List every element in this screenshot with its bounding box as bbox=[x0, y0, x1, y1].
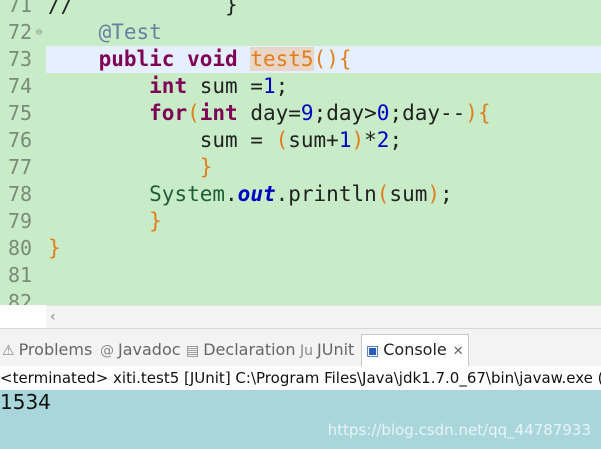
watermark-text: https://blog.csdn.net/qq_44787933 bbox=[327, 421, 591, 439]
scroll-left-icon[interactable]: ‹ bbox=[50, 306, 56, 328]
tab-label: Console bbox=[383, 340, 447, 359]
line-number: 71 bbox=[8, 0, 33, 17]
code-line[interactable] bbox=[0, 289, 601, 305]
code-editor[interactable]: 71 // } 72 ⊖ @Test 73 public void test5(){ 74… bbox=[0, 0, 601, 305]
code-text: public void test5(){ bbox=[98, 47, 352, 71]
tab-declaration[interactable]: ▤ Declaration bbox=[186, 335, 295, 367]
code-text: } bbox=[48, 236, 61, 260]
code-line[interactable] bbox=[0, 235, 601, 262]
tab-label: Javadoc bbox=[118, 340, 181, 359]
line-number: 78 bbox=[8, 182, 33, 206]
console-status-line: <terminated> xiti.test5 [JUnit] C:\Progr… bbox=[0, 366, 601, 390]
line-number: 80 bbox=[8, 236, 33, 260]
tab-junit[interactable]: Ju JUnit bbox=[300, 335, 354, 367]
ruler-spacer bbox=[0, 305, 46, 327]
line-number: 76 bbox=[8, 128, 33, 152]
line-number: 73 bbox=[8, 47, 33, 71]
code-text: } bbox=[199, 155, 213, 179]
tab-console[interactable]: ▣ Console ✕ bbox=[361, 334, 469, 367]
line-number: 77 bbox=[8, 155, 33, 179]
fold-collapse-icon[interactable]: ⊖ bbox=[36, 19, 42, 46]
tab-problems[interactable]: ⚠ Problems bbox=[2, 335, 92, 367]
close-icon[interactable]: ✕ bbox=[453, 344, 464, 359]
tab-label: Problems bbox=[18, 340, 93, 359]
code-text: int sum =1; bbox=[149, 74, 289, 98]
console-output-area[interactable]: 1534 https://blog.csdn.net/qq_44787933 bbox=[0, 390, 601, 449]
line-number: 79 bbox=[8, 209, 33, 233]
tab-label: Declaration bbox=[203, 340, 296, 359]
line-number: 82 bbox=[8, 290, 33, 305]
console-output-text: 1534 bbox=[0, 390, 51, 414]
javadoc-icon: @ bbox=[100, 343, 114, 359]
horizontal-scrollbar[interactable]: ‹ bbox=[46, 305, 601, 328]
code-text: } bbox=[149, 209, 162, 233]
problems-icon: ⚠ bbox=[2, 343, 15, 359]
line-number: 75 bbox=[8, 101, 33, 125]
line-number: 81 bbox=[8, 263, 33, 287]
code-text: System.out.println(sum); bbox=[149, 182, 453, 206]
code-text: for(int day=9;day>0;day--){ bbox=[149, 101, 491, 125]
code-text: // } bbox=[48, 0, 238, 17]
console-icon: ▣ bbox=[366, 343, 380, 359]
line-number: 72 bbox=[8, 20, 33, 44]
tab-label: JUnit bbox=[317, 340, 355, 359]
code-text: @Test bbox=[98, 20, 162, 44]
tab-javadoc[interactable]: @ Javadoc bbox=[100, 335, 181, 367]
line-number: 74 bbox=[8, 74, 33, 98]
junit-icon: Ju bbox=[300, 343, 314, 359]
code-text: sum = (sum+1)*2; bbox=[48, 128, 403, 152]
declaration-icon: ▤ bbox=[186, 343, 200, 359]
view-tab-bar: ⚠ Problems @ Javadoc ▤ Declaration Ju JUnit ▣ Con… bbox=[0, 328, 601, 367]
code-line[interactable] bbox=[0, 262, 601, 289]
